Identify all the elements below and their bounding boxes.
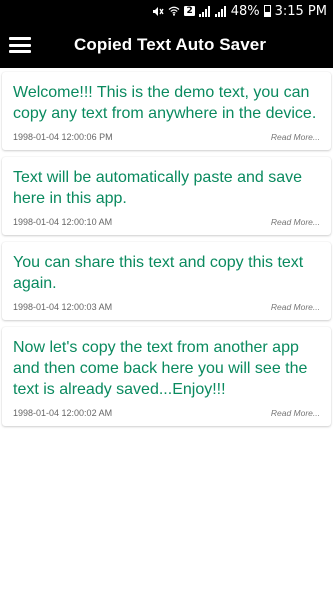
- item-date: 1998-01-04 12:00:06 PM: [13, 132, 113, 142]
- item-date: 1998-01-04 12:00:10 AM: [13, 217, 113, 227]
- list-item[interactable]: Now let's copy the text from another app…: [2, 327, 331, 426]
- item-text: Text will be automatically paste and sav…: [13, 169, 303, 207]
- read-more-link[interactable]: Read More...: [271, 132, 320, 142]
- battery-percent: 48%: [230, 3, 260, 19]
- list-item[interactable]: You can share this text and copy this te…: [2, 242, 331, 320]
- read-more-link[interactable]: Read More...: [271, 302, 320, 312]
- item-text: Now let's copy the text from another app…: [13, 339, 308, 398]
- saved-text-list: Welcome!!! This is the demo text, you ca…: [0, 68, 333, 426]
- item-text: Welcome!!! This is the demo text, you ca…: [13, 84, 317, 122]
- read-more-link[interactable]: Read More...: [271, 217, 320, 227]
- signal-icon: [198, 5, 211, 17]
- list-item[interactable]: Welcome!!! This is the demo text, you ca…: [2, 72, 331, 150]
- hamburger-icon[interactable]: [9, 37, 31, 53]
- item-text: You can share this text and copy this te…: [13, 254, 304, 292]
- battery-icon: [263, 5, 271, 17]
- read-more-link[interactable]: Read More...: [271, 408, 320, 418]
- item-date: 1998-01-04 12:00:02 AM: [13, 408, 113, 418]
- sim-icon: 2: [184, 6, 195, 16]
- status-bar: 2 48% 3:15 PM: [0, 0, 333, 22]
- mute-icon: [152, 6, 164, 17]
- clock: 3:15 PM: [274, 3, 327, 19]
- signal-icon-2: [214, 5, 227, 17]
- list-item[interactable]: Text will be automatically paste and sav…: [2, 157, 331, 235]
- item-date: 1998-01-04 12:00:03 AM: [13, 302, 113, 312]
- app-title: Copied Text Auto Saver: [74, 35, 267, 54]
- app-bar: Copied Text Auto Saver: [0, 22, 333, 68]
- wifi-icon: [168, 6, 180, 16]
